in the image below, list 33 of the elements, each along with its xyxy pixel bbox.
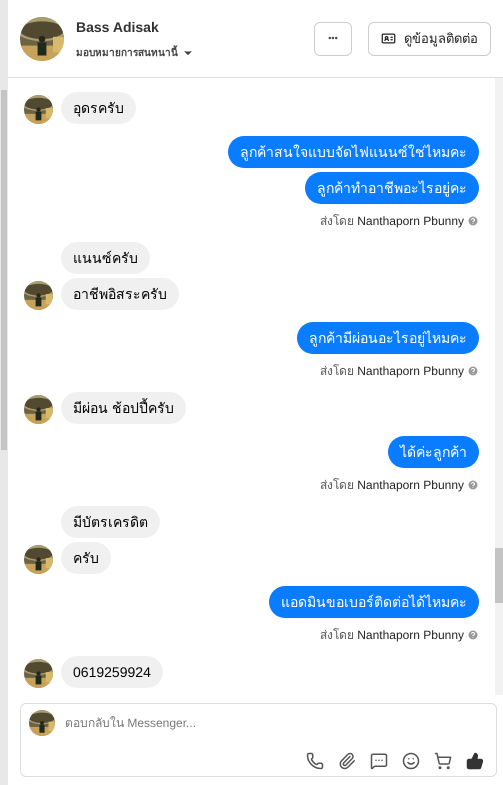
contact-card-icon	[381, 31, 396, 46]
message-bubble: ลูกค้าสนใจแบบจัดไฟแนนซ์ใช่ไหมคะ	[228, 136, 479, 168]
chat-bubble-icon[interactable]	[370, 752, 388, 770]
help-icon	[467, 479, 479, 491]
message-bubble: ลูกค้ามีผ่อนอะไรอยู่ไหมคะ	[297, 322, 479, 354]
phone-icon[interactable]	[306, 752, 324, 770]
message-bubble: แอดมินขอเบอร์ติดต่อได้ไหมคะ	[269, 586, 479, 618]
message-bubble: แนนซ์ครับ	[61, 242, 150, 274]
help-icon	[467, 629, 479, 641]
message-bubble: อุดรครับ	[61, 92, 136, 124]
help-icon	[467, 365, 479, 377]
view-contact-button[interactable]: ดูข้อมูลติดต่อ	[368, 22, 491, 56]
paperclip-icon[interactable]	[338, 752, 356, 770]
message-bubble: ได้ค่ะลูกค้า	[388, 436, 479, 468]
sent-by-text: ส่งโดย Nanthaporn Pbunny	[320, 477, 464, 494]
sent-by-text: ส่งโดย Nanthaporn Pbunny	[320, 627, 464, 644]
help-icon	[467, 215, 479, 227]
message-bubble: ลูกค้าทำอาชีพอะไรอยู่คะ	[305, 172, 479, 204]
cart-icon[interactable]	[434, 752, 452, 770]
message-bubble: มีผ่อน ช้อปปี้ครับ	[61, 392, 186, 424]
more-button[interactable]: •••	[314, 22, 352, 56]
message-bubble: มีบัตรเครดิต	[61, 506, 160, 538]
thumbs-up-icon[interactable]	[466, 752, 484, 770]
smiley-icon[interactable]	[402, 752, 420, 770]
scrollbar-thumb[interactable]	[1, 90, 7, 450]
message-bubble: ครับ	[61, 542, 111, 574]
scrollbar-thumb[interactable]	[495, 548, 503, 603]
assign-dropdown[interactable]: มอบหมายการสนทนานี้	[76, 46, 314, 60]
sent-by-text: ส่งโดย Nanthaporn Pbunny	[320, 213, 464, 230]
message-bubble: 0619259924	[61, 656, 163, 688]
message-bubble: อาชีพอิสระครับ	[61, 278, 179, 310]
sent-by-text: ส่งโดย Nanthaporn Pbunny	[320, 363, 464, 380]
contact-name: Bass Adisak	[76, 18, 160, 36]
